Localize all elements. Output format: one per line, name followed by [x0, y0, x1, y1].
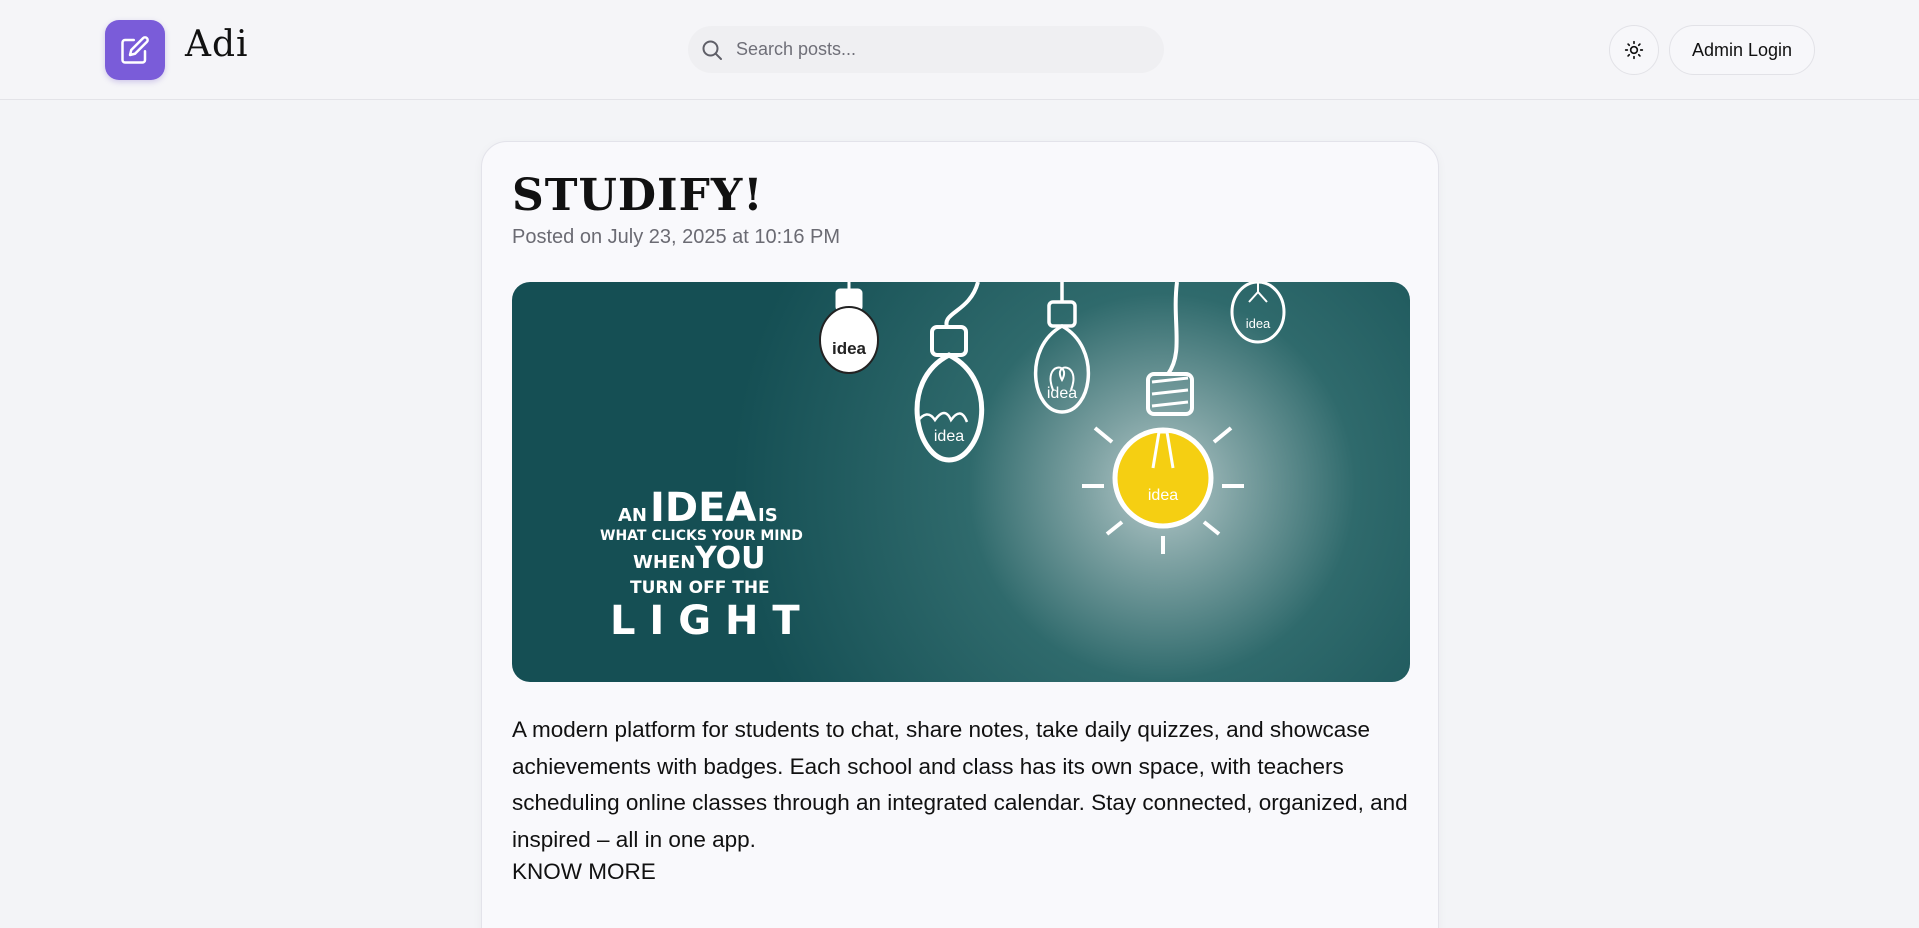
theme-toggle-button[interactable]: [1609, 25, 1659, 75]
admin-login-button[interactable]: Admin Login: [1669, 25, 1815, 75]
post-card: STUDIFY! Posted on July 23, 2025 at 10:1…: [481, 141, 1439, 928]
quote-text: YOU: [694, 541, 766, 576]
bulb-label: idea: [1047, 385, 1077, 402]
bulb-label: idea: [934, 428, 964, 445]
quote-text: WHEN: [633, 552, 695, 573]
quote-text: L I G H T: [610, 598, 800, 644]
bulb-label: idea: [832, 339, 867, 358]
top-navigation-bar: Adi Admin Login: [0, 0, 1919, 100]
bulb-label: idea: [1246, 316, 1271, 331]
brand-name[interactable]: Adi: [185, 24, 249, 65]
search-icon: [702, 40, 722, 60]
post-body: A modern platform for students to chat, …: [512, 717, 1408, 852]
search-input[interactable]: [736, 39, 1136, 60]
bulb-label: idea: [1148, 487, 1178, 504]
logo-button[interactable]: [105, 20, 165, 80]
quote-text: IS: [758, 505, 778, 526]
edit-icon: [121, 36, 149, 64]
know-more-link[interactable]: KNOW MORE: [512, 859, 656, 885]
quote-text: AN: [618, 505, 647, 526]
quote-text: TURN OFF THE: [630, 578, 770, 598]
quote-text: IDEA: [650, 485, 756, 531]
idea-lightbulbs-illustration: idea idea idea idea idea AN IDEA IS WHAT…: [512, 282, 1410, 682]
post-title[interactable]: STUDIFY!: [512, 170, 764, 221]
post-image: idea idea idea idea idea AN IDEA IS WHAT…: [512, 282, 1410, 682]
sun-icon: [1624, 40, 1644, 60]
post-date: Posted on July 23, 2025 at 10:16 PM: [512, 226, 840, 248]
search-bar[interactable]: [688, 26, 1164, 73]
